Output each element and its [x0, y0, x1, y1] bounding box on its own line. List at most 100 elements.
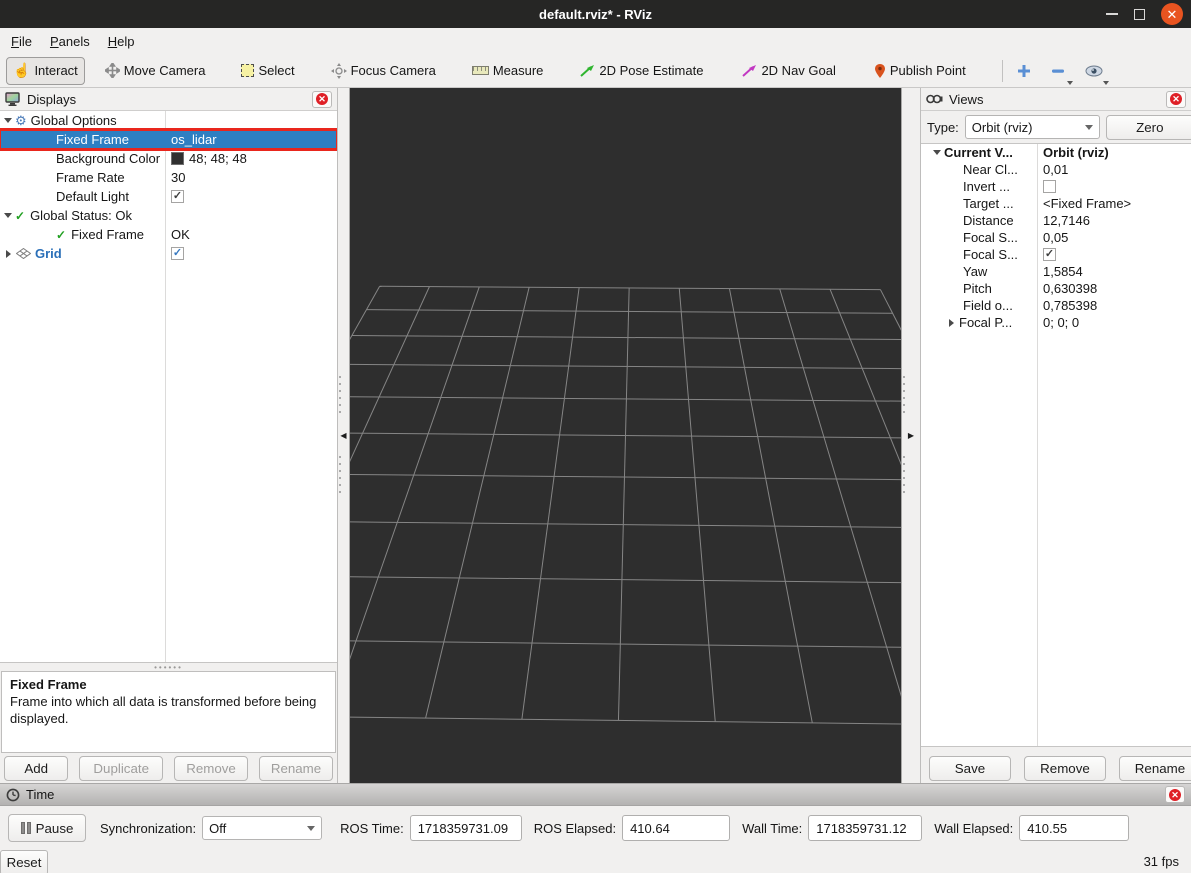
- move-camera-icon: [105, 63, 120, 78]
- rename-button[interactable]: Rename: [259, 756, 333, 781]
- views-row-target-frame[interactable]: Target ... <Fixed Frame>: [921, 195, 1191, 212]
- expander-right-icon[interactable]: [949, 319, 954, 327]
- displays-splitter-handle[interactable]: ••••••: [0, 663, 337, 671]
- window-title: default.rviz* - RViz: [539, 7, 652, 22]
- left-splitter[interactable]: ◀: [338, 88, 350, 783]
- measure-tool[interactable]: Measure: [466, 57, 550, 85]
- views-row-focal-shape-size[interactable]: Focal S... 0,05: [921, 229, 1191, 246]
- wall-time-field[interactable]: 1718359731.12: [808, 815, 922, 841]
- expander-down-icon[interactable]: [4, 118, 12, 123]
- duplicate-button[interactable]: Duplicate: [79, 756, 163, 781]
- menu-panels[interactable]: Panels: [41, 28, 99, 54]
- minus-icon: [1050, 63, 1066, 79]
- views-row-current-view[interactable]: Current V... Orbit (rviz): [921, 144, 1191, 161]
- views-close-button[interactable]: ✕: [1166, 91, 1186, 108]
- displays-close-icon: ✕: [316, 93, 328, 105]
- tree-row-default-light[interactable]: Default Light ✓: [0, 187, 337, 206]
- select-icon: [241, 64, 254, 77]
- tree-row-frame-rate[interactable]: Frame Rate 30: [0, 168, 337, 187]
- views-row-distance[interactable]: Distance 12,7146: [921, 212, 1191, 229]
- remove-view-button[interactable]: Remove: [1024, 756, 1106, 781]
- add-tool-button[interactable]: [1011, 58, 1037, 84]
- views-panel-title: Views: [949, 92, 1160, 107]
- minimize-icon[interactable]: [1106, 13, 1118, 15]
- view-type-select[interactable]: Orbit (rviz): [965, 115, 1100, 139]
- views-row-field-of-view[interactable]: Field o... 0,785398: [921, 297, 1191, 314]
- tree-row-global-options[interactable]: ⚙Global Options: [0, 111, 337, 130]
- views-row-invert[interactable]: Invert ...: [921, 178, 1191, 195]
- expander-right-icon[interactable]: [6, 250, 11, 258]
- titlebar: default.rviz* - RViz ✕: [0, 0, 1191, 28]
- collapse-right-icon[interactable]: ▶: [908, 431, 914, 440]
- invert-checkbox[interactable]: [1043, 180, 1056, 193]
- chevron-down-icon: [1085, 125, 1093, 130]
- views-row-focal-point[interactable]: Focal P... 0; 0; 0: [921, 314, 1191, 331]
- add-button[interactable]: Add: [4, 756, 68, 781]
- views-panel-icon: [926, 93, 943, 105]
- views-tree: Current V... Orbit (rviz) Near Cl... 0,0…: [921, 143, 1191, 747]
- remove-button[interactable]: Remove: [174, 756, 248, 781]
- description-body: Frame into which all data is transformed…: [10, 693, 327, 727]
- grid-checkbox[interactable]: ✓: [171, 247, 184, 260]
- remove-tool-button[interactable]: [1045, 58, 1071, 84]
- nav-goal-tool[interactable]: 2D Nav Goal: [735, 57, 841, 85]
- publish-point-tool[interactable]: Publish Point: [868, 57, 972, 85]
- focal-shape-checkbox[interactable]: ✓: [1043, 248, 1056, 261]
- displays-buttons: Add Duplicate Remove Rename: [0, 753, 337, 783]
- pose-estimate-tool[interactable]: 2D Pose Estimate: [573, 57, 709, 85]
- close-icon[interactable]: ✕: [1161, 3, 1183, 25]
- pose-estimate-arrow-icon: [579, 64, 595, 78]
- ros-time-label: ROS Time:: [340, 821, 404, 836]
- render-viewport[interactable]: [350, 88, 901, 783]
- views-row-focal-shape-fixed[interactable]: Focal S... ✓: [921, 246, 1191, 263]
- time-panel-title: Time: [26, 787, 1159, 802]
- maximize-icon[interactable]: [1134, 9, 1145, 20]
- default-light-checkbox[interactable]: ✓: [171, 190, 184, 203]
- views-buttons: Save Remove Rename: [921, 753, 1191, 783]
- ros-time-field[interactable]: 1718359731.09: [410, 815, 522, 841]
- pause-button[interactable]: Pause: [8, 814, 86, 842]
- tree-row-grid[interactable]: Grid ✓: [0, 244, 337, 263]
- frame-rate-value[interactable]: 30: [165, 170, 337, 185]
- wall-elapsed-field[interactable]: 410.55: [1019, 815, 1129, 841]
- zero-button[interactable]: Zero: [1106, 115, 1191, 140]
- collapse-left-icon[interactable]: ◀: [340, 431, 346, 440]
- save-view-button[interactable]: Save: [929, 756, 1011, 781]
- move-camera-tool[interactable]: Move Camera: [99, 57, 212, 85]
- expander-down-icon[interactable]: [4, 213, 12, 218]
- views-row-near-clip[interactable]: Near Cl... 0,01: [921, 161, 1191, 178]
- rename-view-button[interactable]: Rename: [1119, 756, 1191, 781]
- expander-down-icon[interactable]: [933, 150, 941, 155]
- displays-tree: ⚙Global Options Fixed Frame os_lidar Bac…: [0, 111, 337, 663]
- tree-row-fixed-frame-status[interactable]: ✓Fixed Frame OK: [0, 225, 337, 244]
- status-ok-icon: ✓: [56, 228, 66, 242]
- interact-hand-icon: ☝: [13, 62, 30, 79]
- visibility-tool-button[interactable]: [1081, 58, 1107, 84]
- focus-camera-tool[interactable]: Focus Camera: [325, 57, 442, 85]
- visibility-tool-caret-icon: [1103, 81, 1109, 85]
- focus-camera-icon: [331, 63, 347, 79]
- menu-file[interactable]: File: [2, 28, 41, 54]
- synchronization-select[interactable]: Off: [202, 816, 322, 840]
- tree-row-global-status[interactable]: ✓Global Status: Ok: [0, 206, 337, 225]
- chevron-down-icon: [307, 826, 315, 831]
- views-row-yaw[interactable]: Yaw 1,5854: [921, 263, 1191, 280]
- reset-button[interactable]: Reset: [0, 850, 48, 873]
- tree-row-fixed-frame[interactable]: Fixed Frame os_lidar: [0, 130, 337, 149]
- ros-elapsed-field[interactable]: 410.64: [622, 815, 730, 841]
- interact-tool[interactable]: ☝ Interact: [6, 57, 85, 85]
- select-tool[interactable]: Select: [235, 57, 300, 85]
- time-close-button[interactable]: ✕: [1165, 786, 1185, 803]
- displays-panel-title: Displays: [27, 92, 306, 107]
- menu-help[interactable]: Help: [99, 28, 144, 54]
- fixed-frame-status-value: OK: [165, 227, 337, 242]
- displays-panel-icon: [5, 92, 21, 106]
- tree-row-background-color[interactable]: Background Color 48; 48; 48: [0, 149, 337, 168]
- displays-close-button[interactable]: ✕: [312, 91, 332, 108]
- views-row-pitch[interactable]: Pitch 0,630398: [921, 280, 1191, 297]
- fixed-frame-value[interactable]: os_lidar: [165, 132, 337, 147]
- measure-icon: [472, 66, 489, 75]
- right-splitter[interactable]: ▶: [901, 88, 920, 783]
- background-color-value[interactable]: 48; 48; 48: [189, 151, 247, 166]
- time-header: Time ✕: [0, 784, 1191, 806]
